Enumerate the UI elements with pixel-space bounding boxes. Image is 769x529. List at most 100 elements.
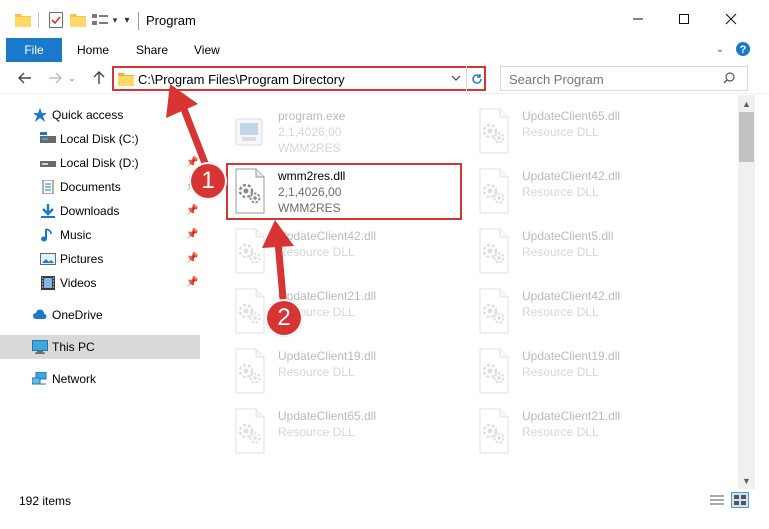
arrow-right-icon: [49, 72, 62, 84]
qa-chevron-down-icon[interactable]: ▾: [110, 8, 120, 32]
sidebar-item-onedrive[interactable]: OneDrive: [0, 303, 200, 327]
file-item[interactable]: program.exe 2,1,4026,00 WMM2RES: [230, 105, 470, 161]
music-icon: [41, 228, 52, 242]
file-item[interactable]: UpdateClient21.dll Resource DLL: [474, 405, 714, 461]
file-name: UpdateClient42.dll: [278, 229, 377, 243]
dll-file-icon: [230, 227, 270, 277]
file-item[interactable]: UpdateClient65.dll Resource DLL: [474, 105, 714, 161]
file-detail: WMM2RES: [278, 201, 341, 215]
tab-home[interactable]: Home: [77, 43, 109, 57]
file-detail: 2,1,4026,00: [278, 185, 342, 199]
customize-qa-icon[interactable]: ▾: [121, 8, 133, 32]
file-name: UpdateClient65.dll: [522, 109, 621, 123]
back-button[interactable]: [14, 67, 36, 89]
sidebar-item-network[interactable]: Network: [0, 367, 200, 391]
tab-file[interactable]: File: [6, 38, 62, 62]
file-detail: Resource DLL: [522, 245, 599, 259]
recent-locations-icon[interactable]: ⌄: [66, 67, 78, 89]
close-icon: [725, 13, 737, 25]
scroll-down-icon[interactable]: ▼: [738, 472, 755, 489]
dll-file-icon: [474, 287, 514, 337]
details-view-icon: [710, 495, 724, 505]
file-item[interactable]: UpdateClient42.dll Resource DLL: [474, 285, 714, 341]
sidebar-item-label: OneDrive: [52, 308, 103, 322]
star-icon: [33, 108, 47, 122]
tab-share[interactable]: Share: [136, 43, 168, 57]
file-detail: Resource DLL: [522, 365, 599, 379]
sidebar-item-documents[interactable]: Documents 📌: [0, 175, 200, 199]
close-button[interactable]: [708, 0, 754, 38]
sidebar-item-this-pc[interactable]: This PC: [0, 335, 200, 359]
sidebar-item-label: This PC: [52, 340, 95, 354]
file-item[interactable]: UpdateClient65.dll Resource DLL: [230, 405, 470, 461]
file-name: UpdateClient42.dll: [522, 169, 621, 183]
vertical-scrollbar[interactable]: ▲ ▼: [738, 95, 755, 489]
up-button[interactable]: [88, 67, 110, 89]
refresh-button[interactable]: [466, 66, 486, 91]
exe-file-icon: [230, 107, 270, 157]
large-icons-view-button[interactable]: [731, 492, 749, 508]
sidebar-item-quick-access[interactable]: Quick access: [0, 103, 200, 127]
dll-file-icon: [230, 167, 270, 217]
dll-file-icon: [474, 107, 514, 157]
file-item[interactable]: UpdateClient19.dll Resource DLL: [230, 345, 470, 401]
address-path: C:\Program Files\Program Directory: [138, 72, 345, 87]
dll-file-icon: [230, 347, 270, 397]
file-detail: Resource DLL: [522, 425, 599, 439]
address-row: ⌄ C:\Program Files\Program Directory Sea…: [0, 62, 769, 94]
file-detail: Resource DLL: [278, 245, 355, 259]
dll-file-icon: [474, 227, 514, 277]
new-folder-icon[interactable]: [68, 8, 88, 32]
tab-view[interactable]: View: [194, 43, 220, 57]
arrow-left-icon: [18, 72, 31, 84]
forward-button[interactable]: [44, 67, 66, 89]
address-folder-icon: [118, 72, 134, 89]
sidebar-item-downloads[interactable]: Downloads 📌: [0, 199, 200, 223]
sidebar-item-music[interactable]: Music 📌: [0, 223, 200, 247]
sidebar-item-videos[interactable]: Videos 📌: [0, 271, 200, 295]
file-name: program.exe: [278, 109, 346, 123]
view-options-icon[interactable]: [90, 8, 112, 32]
search-box[interactable]: Search Program: [500, 66, 748, 91]
sidebar-item-label: Videos: [60, 276, 97, 290]
sidebar-item-label: Documents: [60, 180, 121, 194]
minimize-button[interactable]: [615, 0, 661, 38]
search-placeholder: Search Program: [509, 72, 604, 87]
pin-icon[interactable]: 📌: [186, 253, 198, 264]
sidebar-item-local-disk-c[interactable]: Local Disk (C:): [0, 127, 200, 151]
details-view-button[interactable]: [708, 492, 726, 508]
file-item[interactable]: UpdateClient5.dll Resource DLL: [474, 225, 714, 281]
pin-icon[interactable]: 📌: [186, 205, 198, 216]
sidebar-item-local-disk-d[interactable]: Local Disk (D:) 📌: [0, 151, 200, 175]
step-2-badge: 2: [265, 299, 303, 337]
maximize-button[interactable]: [661, 0, 707, 38]
qa-divider: [38, 12, 39, 28]
dll-file-icon: [474, 347, 514, 397]
file-item[interactable]: wmm2res.dll 2,1,4026,00 WMM2RES: [230, 165, 470, 221]
file-item[interactable]: UpdateClient42.dll Resource DLL: [474, 165, 714, 221]
file-item[interactable]: UpdateClient42.dll Resource DLL: [230, 225, 470, 281]
sidebar-item-pictures[interactable]: Pictures 📌: [0, 247, 200, 271]
address-dropdown-icon[interactable]: [451, 71, 461, 88]
properties-icon[interactable]: [46, 8, 66, 32]
pin-icon[interactable]: 📌: [186, 277, 198, 288]
file-item[interactable]: UpdateClient19.dll Resource DLL: [474, 345, 714, 401]
expand-ribbon-icon[interactable]: ⌄: [712, 41, 728, 57]
arrow-up-icon: [93, 71, 105, 84]
download-icon: [41, 204, 55, 218]
pin-icon[interactable]: 📌: [186, 229, 198, 240]
dll-file-icon: [474, 407, 514, 457]
sidebar-item-label: Network: [52, 372, 97, 386]
help-icon[interactable]: ?: [735, 41, 751, 57]
refresh-icon: [471, 73, 482, 84]
scroll-thumb[interactable]: [739, 112, 754, 162]
cloud-icon: [33, 309, 47, 319]
scroll-up-icon[interactable]: ▲: [738, 95, 755, 112]
sidebar-item-label: Quick access: [52, 108, 124, 122]
dll-file-icon: [230, 287, 270, 337]
ribbon-tabs: File Home Share View ⌄ ?: [0, 38, 769, 62]
address-bar[interactable]: C:\Program Files\Program Directory: [112, 66, 486, 91]
folder-icon: [14, 8, 32, 32]
sidebar-item-label: Downloads: [60, 204, 120, 218]
file-detail: WMM2RES: [278, 141, 341, 155]
